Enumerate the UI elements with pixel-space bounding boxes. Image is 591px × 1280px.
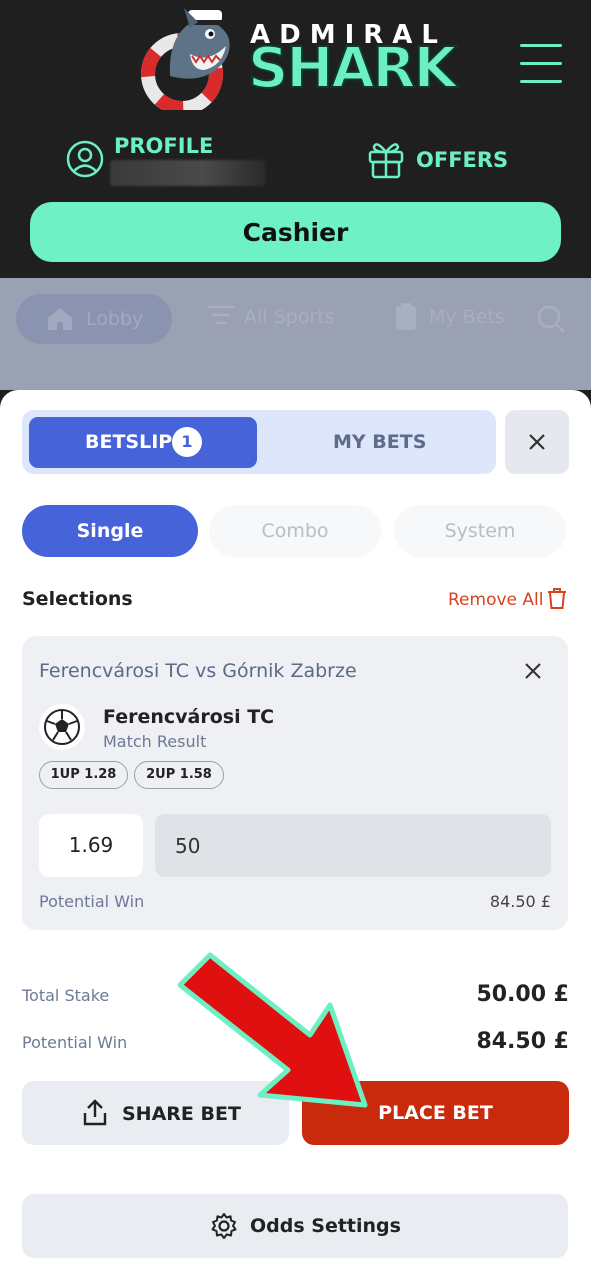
gear-icon: [211, 1213, 237, 1239]
profile-username-redacted: [110, 160, 266, 186]
total-potential-win-label: Potential Win: [22, 1033, 128, 1052]
clipboard-icon: [396, 303, 416, 330]
offers-link[interactable]: OFFERS: [366, 138, 526, 182]
selection-market: Match Result: [103, 732, 207, 751]
stake-input[interactable]: [155, 814, 551, 877]
betslip-count-badge: 1: [172, 427, 202, 457]
share-bet-label: SHARE BET: [122, 1103, 241, 1125]
app-header: ADMIRAL SHARK PROFILE OFFERS Cashier: [0, 0, 591, 278]
selection-potential-win-value: 84.50 £: [489, 892, 551, 911]
total-stake-value: 50.00 £: [476, 982, 569, 1007]
share-icon: [83, 1099, 107, 1126]
betslip-tabs: BETSLIP 1 MY BETS: [22, 410, 496, 474]
user-icon: [66, 140, 104, 178]
profile-label: PROFILE: [114, 134, 214, 158]
close-icon[interactable]: [524, 662, 542, 680]
odds-settings-button[interactable]: Odds Settings: [22, 1194, 568, 1258]
odds-settings-label: Odds Settings: [250, 1215, 401, 1237]
search-icon[interactable]: [536, 304, 566, 334]
selection-potential-win-label: Potential Win: [39, 892, 145, 911]
place-bet-button[interactable]: PLACE BET: [302, 1081, 569, 1145]
sports-nav-bar: Lobby All Sports My Bets: [0, 278, 591, 390]
filter-icon: [208, 305, 234, 325]
mode-combo[interactable]: Combo: [209, 505, 381, 557]
total-potential-win-value: 84.50 £: [476, 1029, 569, 1054]
match-title: Ferencvárosi TC vs Górnik Zabrze: [39, 660, 357, 682]
selection-team: Ferencvárosi TC: [103, 706, 275, 728]
share-bet-button[interactable]: SHARE BET: [22, 1081, 289, 1145]
remove-all-link[interactable]: Remove All: [448, 590, 543, 610]
shark-mascot-icon: [141, 8, 230, 110]
admiral-shark-logo[interactable]: ADMIRAL SHARK: [130, 6, 465, 110]
selections-title: Selections: [22, 588, 133, 610]
menu-icon[interactable]: [520, 44, 562, 86]
selection-card: Ferencvárosi TC vs Górnik Zabrze Ferencv…: [22, 636, 568, 930]
mode-system[interactable]: System: [394, 505, 566, 557]
soccer-ball-icon: [39, 704, 85, 750]
close-betslip-button[interactable]: [505, 410, 569, 474]
mode-single[interactable]: Single: [22, 505, 198, 557]
selection-odds: 1.69: [39, 814, 143, 877]
tab-betslip-label: BETSLIP: [85, 431, 173, 453]
close-icon: [529, 434, 545, 450]
nav-lobby[interactable]: Lobby: [16, 294, 172, 344]
tab-my-bets[interactable]: MY BETS: [333, 431, 426, 453]
cashier-button[interactable]: Cashier: [30, 202, 561, 262]
odds-boost-2up[interactable]: 2UP 1.58: [134, 761, 224, 789]
nav-my-bets[interactable]: My Bets: [429, 306, 505, 328]
betslip-sheet: BETSLIP 1 MY BETS Single Combo System Se…: [0, 390, 591, 1280]
logo-main-text: SHARK: [247, 35, 458, 102]
total-stake-label: Total Stake: [22, 986, 110, 1005]
trash-icon[interactable]: [547, 588, 567, 610]
tab-betslip[interactable]: BETSLIP 1: [29, 417, 257, 468]
nav-all-sports[interactable]: All Sports: [244, 306, 335, 328]
gift-icon: [368, 143, 404, 179]
offers-label: OFFERS: [416, 148, 509, 172]
profile-link[interactable]: PROFILE: [66, 132, 286, 192]
nav-lobby-label: Lobby: [86, 308, 144, 330]
home-icon: [48, 308, 72, 330]
odds-boost-1up[interactable]: 1UP 1.28: [39, 761, 128, 789]
